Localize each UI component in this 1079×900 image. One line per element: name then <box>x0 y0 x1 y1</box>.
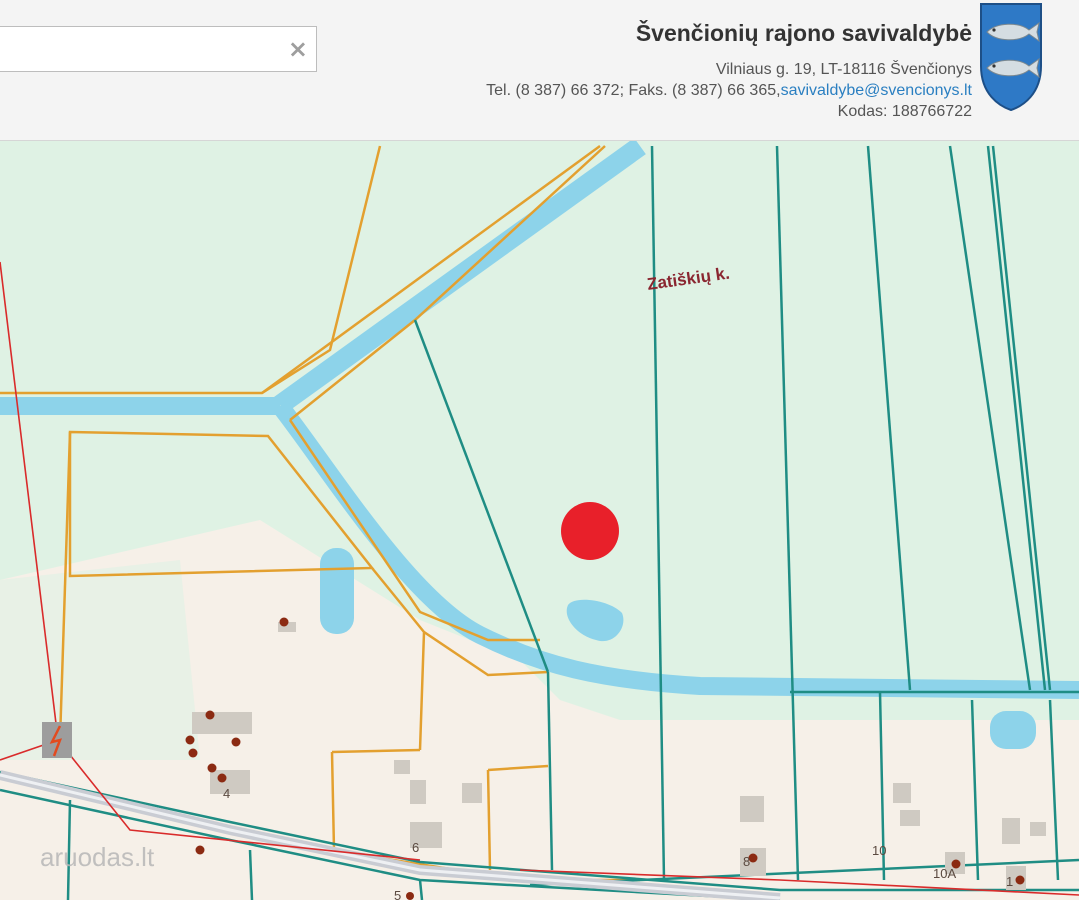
location-marker[interactable] <box>561 502 619 560</box>
municipality-code: Kodas: 188766722 <box>837 103 972 120</box>
house-number: 8 <box>743 854 750 869</box>
coat-of-arms-icon <box>980 3 1042 112</box>
pond <box>990 711 1036 749</box>
municipality-address: Vilniaus g. 19, LT-18116 Švenčionys <box>715 61 972 78</box>
header: × Švenčionių rajono savivaldybė Vilniaus… <box>0 0 1079 141</box>
house-number: 1 <box>1006 874 1013 889</box>
pond <box>320 548 354 634</box>
house-number: 4 <box>223 786 230 801</box>
house-number: 5 <box>394 888 401 900</box>
search-input[interactable] <box>5 35 269 65</box>
search-box[interactable]: × <box>0 26 317 72</box>
watermark: aruodas.lt <box>40 842 155 872</box>
municipality-contacts: Tel. (8 387) 66 372; Faks. (8 387) 66 36… <box>486 80 972 101</box>
municipality-info: Švenčionių rajono savivaldybė Vilniaus g… <box>486 20 972 122</box>
email-link[interactable]: savivaldybe@svencionys.lt <box>781 82 972 99</box>
map-view[interactable]: 4 6 8 10 10A 1 5 Zatiškių k. aruodas.lt <box>0 141 1079 900</box>
phone-fax: Tel. (8 387) 66 372; Faks. (8 387) 66 36… <box>486 82 781 99</box>
clear-search-icon[interactable]: × <box>288 35 308 63</box>
municipality-title: Švenčionių rajono savivaldybė <box>635 20 972 46</box>
green-patch <box>0 560 200 760</box>
house-number: 6 <box>412 840 419 855</box>
house-number: 10 <box>872 843 886 858</box>
house-number: 10A <box>933 866 956 881</box>
map-canvas[interactable]: 4 6 8 10 10A 1 5 Zatiškių k. aruodas.lt <box>0 141 1079 900</box>
